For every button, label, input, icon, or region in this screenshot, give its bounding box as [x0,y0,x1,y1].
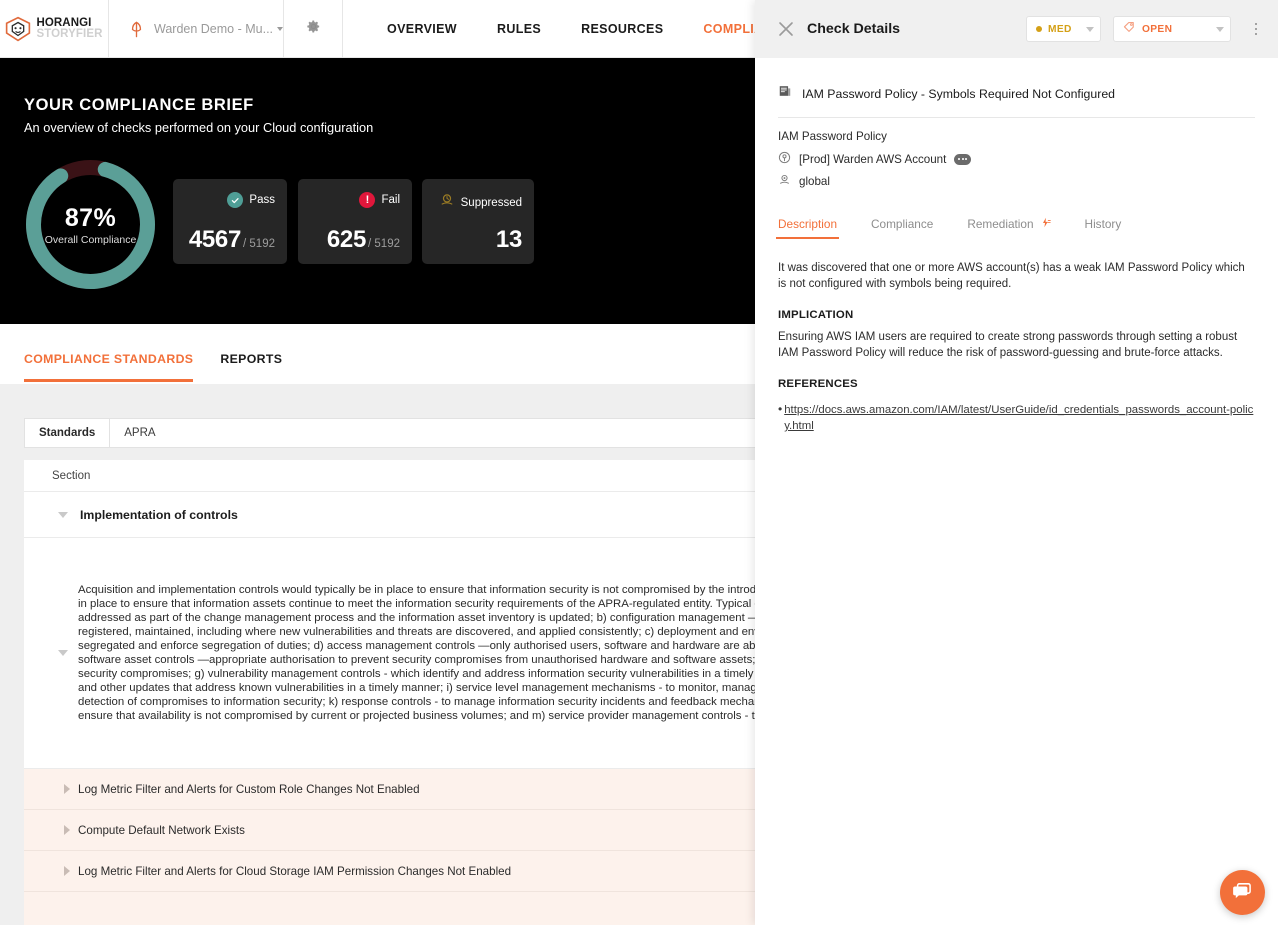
chevron-right-icon[interactable] [64,866,70,876]
overall-compliance-donut: 87% Overall Compliance [21,155,160,294]
chevron-down-icon [1216,26,1224,32]
resource-region-name: global [799,174,830,188]
status-dropdown[interactable]: OPEN [1113,16,1231,42]
tab-history[interactable]: History [1085,211,1122,239]
stat-card-pass-label: Pass [249,194,275,206]
stat-card-suppressed-value: 13 [495,226,522,253]
stat-card-fail-label: Fail [381,194,400,206]
warden-tree-icon [127,20,146,39]
check-details-body: IAM Password Policy - Symbols Required N… [755,58,1278,434]
standards-selected-value[interactable]: APRA [110,419,169,447]
resource-name-line: IAM Password Policy [778,130,1255,143]
chevron-down-icon[interactable] [58,650,68,656]
references-heading: REFERENCES [778,378,858,390]
implication-heading: IMPLICATION [778,309,854,321]
settings-button[interactable] [284,0,343,58]
stat-card-fail-header: ! Fail [359,192,400,208]
severity-value: MED [1048,23,1072,35]
tag-icon [1123,20,1136,38]
description-intro: It was discovered that one or more AWS a… [778,262,1245,290]
tab-compliance-label: Compliance [871,217,934,231]
check-details-tabs: Description Compliance Remediation Histo… [775,211,1255,239]
tab-description-label: Description [778,217,838,231]
org-name-label: Warden Demo - Mu... [154,22,274,36]
chat-bubbles-icon [1230,878,1255,908]
stat-card-fail[interactable]: ! Fail 625 / 5192 [298,179,412,264]
app-logo[interactable]: HORANGI STORYFIER [0,0,109,58]
tab-compliance[interactable]: Compliance [871,211,933,239]
tab-description[interactable]: Description [775,211,840,239]
chevron-down-icon [1086,26,1094,32]
severity-dot-icon [1036,26,1042,32]
resource-account-line: [Prod] Warden AWS Account [778,151,1255,167]
resource-account-name: [Prod] Warden AWS Account [799,152,947,166]
stat-card-pass-header: Pass [227,192,275,208]
stat-card-suppressed-label: Suppressed [460,196,522,209]
page-title: YOUR COMPLIANCE BRIEF [24,96,254,114]
policy-document-icon [778,84,792,103]
check-details-title: Check Details [807,21,901,37]
tab-compliance-standards[interactable]: COMPLIANCE STANDARDS [24,324,194,382]
nav-link-resources[interactable]: RESOURCES [561,0,683,58]
stat-card-pass-value: 4567 [188,226,242,253]
horangi-tiger-icon [5,16,31,42]
app-root: HORANGI STORYFIER Warden Demo - Mu... OV… [0,0,1278,925]
org-switcher[interactable]: Warden Demo - Mu... [109,0,284,58]
stat-card-pass[interactable]: Pass 4567 / 5192 [173,179,287,264]
check-name: IAM Password Policy - Symbols Required N… [802,86,1116,101]
chevron-down-icon[interactable] [58,511,68,518]
check-title: Compute Default Network Exists [78,823,245,837]
globe-region-icon [778,173,791,189]
chat-widget-button[interactable] [1220,870,1265,915]
stat-card-pass-value-group: 4567 / 5192 [189,226,275,254]
chevron-right-icon[interactable] [64,825,70,835]
lightning-flash-icon [1040,217,1051,231]
stat-card-pass-total: / 5192 [243,238,275,250]
section-group-title: Implementation of controls [80,507,238,522]
stat-card-fail-value: 625 [326,226,367,253]
status-value: OPEN [1142,23,1173,35]
check-details-header: Check Details MED OPEN [755,0,1278,58]
stat-card-suppressed-header: Suppressed [439,192,522,213]
resource-info-block: IAM Password Policy [Prod] Warden AWS Ac… [778,118,1255,189]
check-details-panel: Check Details MED OPEN IAM Password Poli… [755,0,1278,925]
bullet-icon: • [778,402,783,416]
suppressed-bell-icon [439,192,455,213]
list-item: • https://docs.aws.amazon.com/IAM/latest… [778,402,1255,434]
resource-name: IAM Password Policy [778,130,887,143]
kebab-menu-icon[interactable] [1247,22,1265,36]
severity-dropdown[interactable]: MED [1026,16,1101,42]
more-dots-badge[interactable] [954,153,971,165]
cloud-account-icon [778,151,791,167]
check-title: Log Metric Filter and Alerts for Custom … [78,782,420,796]
nav-link-rules[interactable]: RULES [477,0,561,58]
reference-link[interactable]: https://docs.aws.amazon.com/IAM/latest/U… [784,402,1255,434]
tab-history-label: History [1084,217,1122,231]
tab-remediation-label: Remediation [967,217,1034,231]
check-title: Log Metric Filter and Alerts for Cloud S… [78,864,512,878]
nav-link-overview[interactable]: OVERVIEW [367,0,477,58]
tab-reports[interactable]: REPORTS [220,324,282,382]
standards-label: Standards [25,419,111,447]
references-list: • https://docs.aws.amazon.com/IAM/latest… [778,402,1255,434]
exclamation-circle-icon: ! [359,192,376,208]
check-identity-row: IAM Password Policy - Symbols Required N… [778,58,1255,118]
chevron-right-icon[interactable] [64,784,70,794]
stat-card-suppressed-value-group: 13 [496,226,522,254]
description-tab-content: It was discovered that one or more AWS a… [778,239,1255,434]
stat-card-fail-total: / 5192 [368,238,400,250]
close-icon[interactable] [777,20,795,38]
chevron-down-icon [277,27,284,31]
stat-card-suppressed[interactable]: Suppressed 13 [422,179,534,264]
gear-icon [305,18,322,40]
resource-region-line: global [778,173,1255,189]
page-subtitle: An overview of checks performed on your … [24,120,374,135]
tab-remediation[interactable]: Remediation [967,211,1051,239]
implication-text: Ensuring AWS IAM users are required to c… [778,331,1238,359]
stat-card-fail-value-group: 625 / 5192 [327,226,400,254]
check-circle-icon [227,192,244,208]
logo-text-secondary: STORYFIER [36,27,103,40]
